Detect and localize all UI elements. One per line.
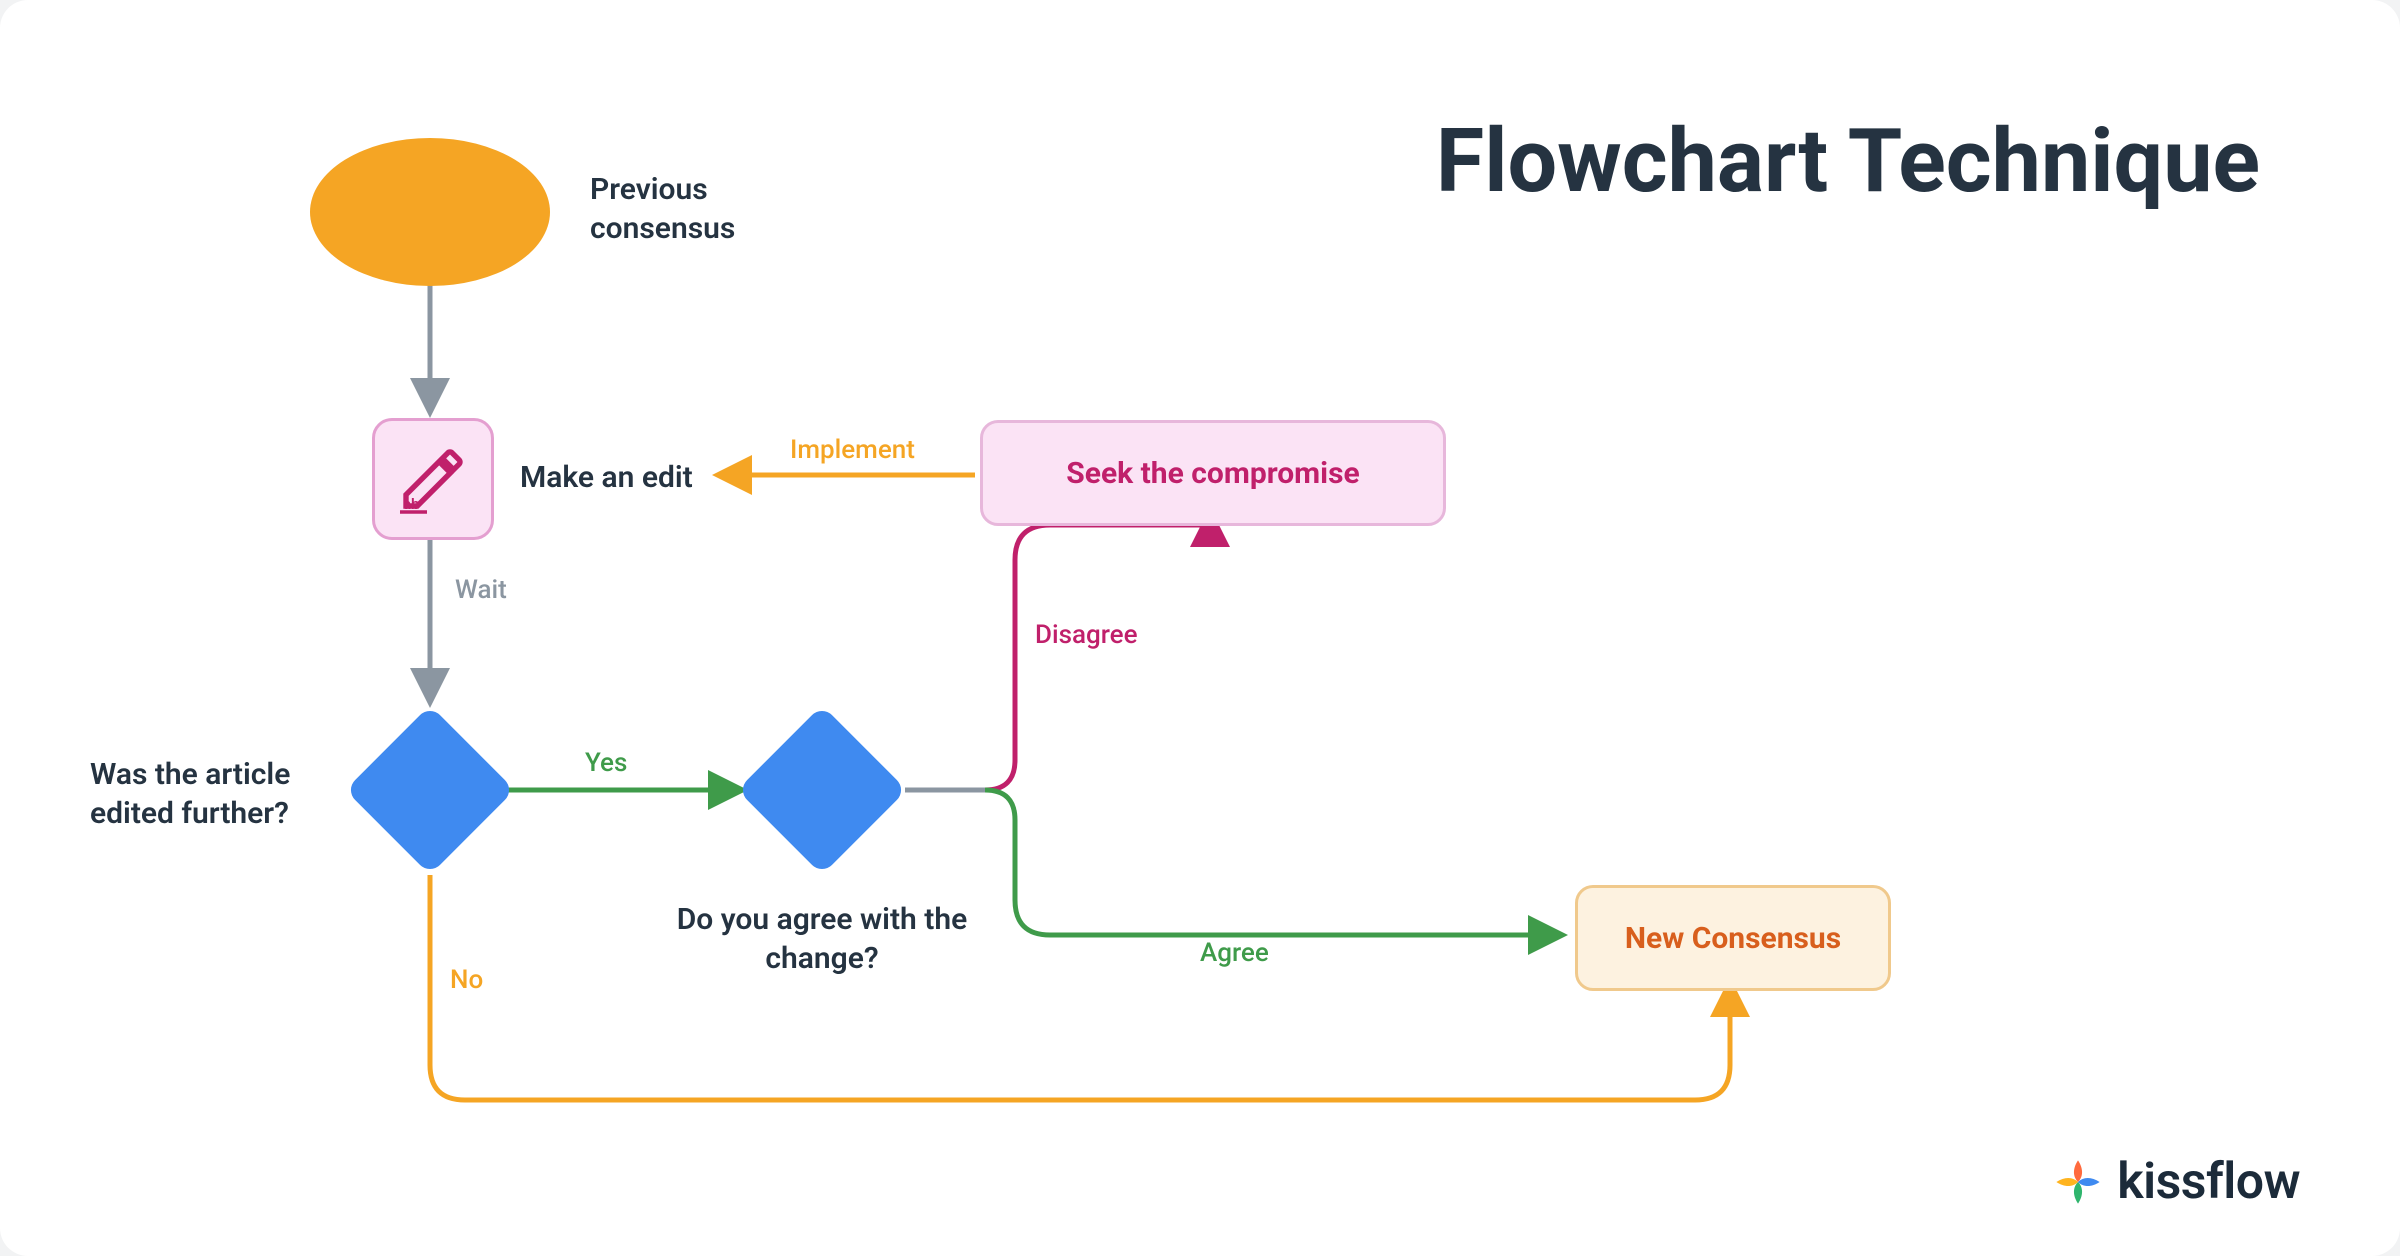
pencil-icon: ab: [397, 443, 469, 515]
decision1-label: Was the article edited further?: [90, 755, 340, 833]
compromise-node: Seek the compromise: [980, 420, 1446, 526]
compromise-label: Seek the compromise: [1066, 456, 1359, 491]
kissflow-icon: [2051, 1155, 2105, 1209]
decision2-node: [737, 705, 907, 875]
new-consensus-label: New Consensus: [1625, 921, 1841, 956]
edit-label: Make an edit: [520, 458, 693, 497]
new-consensus-node: New Consensus: [1575, 885, 1891, 991]
brand-name: kissflow: [2117, 1153, 2300, 1211]
brand-logo: kissflow: [2051, 1153, 2300, 1211]
edge-agree-label: Agree: [1200, 938, 1269, 968]
decision2-label: Do you agree with the change?: [672, 900, 972, 978]
diagram-title: Flowchart Technique: [1436, 110, 2260, 213]
start-node: [310, 138, 550, 286]
edge-disagree-label: Disagree: [1035, 620, 1138, 650]
edge-implement-label: Implement: [790, 435, 915, 465]
start-label: Previous consensus: [590, 170, 790, 248]
edge-yes-label: Yes: [585, 748, 627, 778]
edit-node: ab: [372, 418, 494, 540]
flowchart-canvas: Flowchart Technique: [0, 0, 2400, 1256]
decision1-node: [345, 705, 515, 875]
edge-wait-label: Wait: [455, 575, 507, 605]
edge-no-label: No: [450, 965, 483, 995]
